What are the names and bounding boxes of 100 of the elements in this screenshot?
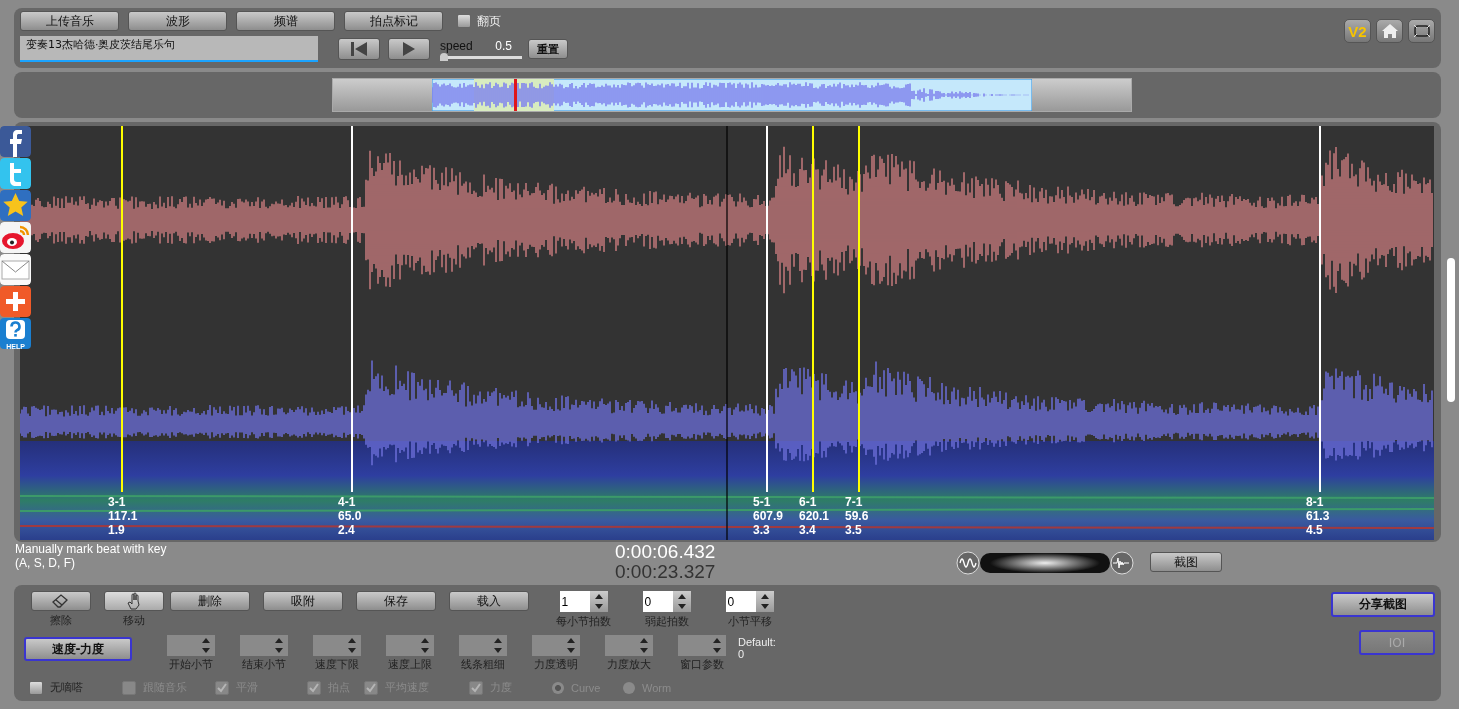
toggle-knob[interactable] — [990, 553, 1100, 573]
beat-marker-line[interactable] — [1319, 126, 1321, 492]
time-label: 1.9 — [108, 523, 125, 537]
tempo-label: 65.0 — [338, 509, 362, 523]
play-button[interactable] — [388, 38, 430, 60]
toolbar-button[interactable]: 上传音乐 — [20, 11, 119, 31]
hint-text: (A, S, D, F) — [15, 556, 76, 570]
param-label: 速度下限 — [314, 657, 359, 672]
fullscreen-icon — [1412, 24, 1431, 38]
home-button[interactable] — [1376, 19, 1403, 43]
up-arrow-icon[interactable] — [274, 637, 283, 643]
down-arrow-icon[interactable] — [201, 648, 210, 654]
eraser-button[interactable] — [30, 591, 91, 611]
up-arrow-icon[interactable] — [493, 637, 502, 643]
hand-icon — [125, 592, 142, 610]
speed-slider[interactable] — [440, 56, 522, 59]
edit-button[interactable]: 载入 — [449, 591, 529, 611]
up-arrow-icon[interactable] — [712, 637, 721, 643]
bar-label: 6-1 — [799, 495, 817, 509]
default-text: Default: — [738, 636, 776, 648]
overview-track[interactable] — [332, 78, 1132, 112]
facebook-icon[interactable] — [0, 126, 31, 157]
tempo-label: 117.1 — [108, 509, 138, 523]
speed-label: speed — [440, 39, 473, 53]
down-arrow-icon[interactable] — [712, 648, 721, 654]
beat-marker-line[interactable] — [121, 126, 123, 492]
beat-marker-line[interactable] — [858, 126, 860, 492]
screenshot-button[interactable]: 截图 — [1150, 552, 1222, 572]
mail-icon[interactable] — [0, 254, 31, 285]
toolbar-button[interactable]: 波形 — [128, 11, 227, 31]
eraser-icon — [51, 594, 70, 608]
up-arrow-icon[interactable] — [594, 593, 603, 599]
bar-label: 3-1 — [108, 495, 126, 509]
play-icon — [402, 41, 416, 57]
param-label: 开始小节 — [168, 657, 213, 672]
param-label: 结束小节 — [241, 657, 286, 672]
slider-thumb[interactable] — [440, 53, 448, 61]
down-arrow-icon[interactable] — [347, 648, 356, 654]
bar-label: 7-1 — [845, 495, 863, 509]
page-flip-label: 翻页 — [477, 12, 501, 30]
edit-button[interactable]: 吸附 — [263, 591, 343, 611]
down-arrow-icon[interactable] — [493, 648, 502, 654]
down-arrow-icon[interactable] — [760, 604, 769, 610]
time-label: 4.5 — [1306, 523, 1323, 537]
weibo-icon[interactable] — [0, 222, 31, 253]
up-arrow-icon[interactable] — [566, 637, 575, 643]
time-label: 3.3 — [753, 523, 770, 537]
track-title-field[interactable]: 变奏13杰哈德·奥皮茨结尾乐句 — [20, 36, 318, 62]
time-label: 3.4 — [799, 523, 816, 537]
view-toggle-switch[interactable] — [955, 550, 1135, 576]
up-arrow-icon[interactable] — [677, 593, 686, 599]
plus-icon[interactable] — [0, 286, 31, 317]
page-flip-checkbox[interactable] — [457, 14, 471, 28]
tool-label: 擦除 — [49, 613, 72, 628]
beat-marker-line[interactable] — [766, 126, 768, 492]
toolbar-button[interactable]: 频谱 — [236, 11, 335, 31]
bar-label: 4-1 — [338, 495, 356, 509]
spinner-label: 弱起拍数 — [644, 614, 689, 629]
up-arrow-icon[interactable] — [347, 637, 356, 643]
current-time: 0:00:06.432 — [615, 542, 716, 562]
param-label: 线条粗细 — [460, 657, 505, 672]
beat-marker-line[interactable] — [812, 126, 814, 492]
up-arrow-icon[interactable] — [420, 637, 429, 643]
scrollbar[interactable] — [1447, 258, 1455, 402]
spinner-label: 小节平移 — [727, 614, 772, 629]
option-checkbox[interactable] — [29, 680, 43, 695]
down-arrow-icon[interactable] — [566, 648, 575, 654]
mode-button[interactable]: 速度-力度 — [24, 637, 132, 661]
home-icon — [1380, 23, 1399, 39]
toolbar-button[interactable]: 拍点标记 — [344, 11, 443, 31]
param-label: 速度上限 — [387, 657, 432, 672]
fullscreen-button[interactable] — [1408, 19, 1435, 43]
down-arrow-icon[interactable] — [639, 648, 648, 654]
bar-label: 5-1 — [753, 495, 771, 509]
down-arrow-icon[interactable] — [594, 604, 603, 610]
edit-button[interactable]: 保存 — [356, 591, 436, 611]
time-label: 3.5 — [845, 523, 862, 537]
tempo-label: 620.1 — [799, 509, 830, 523]
param-label: 力度放大 — [606, 657, 651, 672]
spinner-label: 每小节拍数 — [556, 614, 611, 629]
up-arrow-icon[interactable] — [760, 593, 769, 599]
share-screenshot-button[interactable]: 分享截图 — [1331, 592, 1435, 617]
total-time: 0:00:23.327 — [615, 562, 716, 582]
skip-back-button[interactable] — [338, 38, 380, 60]
up-arrow-icon[interactable] — [639, 637, 648, 643]
up-arrow-icon[interactable] — [201, 637, 210, 643]
tool-label: 移动 — [122, 613, 145, 628]
time-label: 2.4 — [338, 523, 355, 537]
param-label: 力度透明 — [533, 657, 578, 672]
edit-button[interactable]: 删除 — [170, 591, 250, 611]
reset-button[interactable]: 重置 — [528, 39, 568, 59]
down-arrow-icon[interactable] — [677, 604, 686, 610]
tempo-label: 59.6 — [845, 509, 869, 523]
param-label: 窗口参数 — [679, 657, 724, 672]
down-arrow-icon[interactable] — [420, 648, 429, 654]
down-arrow-icon[interactable] — [274, 648, 283, 654]
skip-back-icon — [350, 41, 368, 57]
move-button[interactable] — [103, 591, 164, 611]
tempo-label: 607.9 — [753, 509, 784, 523]
beat-marker-line[interactable] — [351, 126, 353, 492]
